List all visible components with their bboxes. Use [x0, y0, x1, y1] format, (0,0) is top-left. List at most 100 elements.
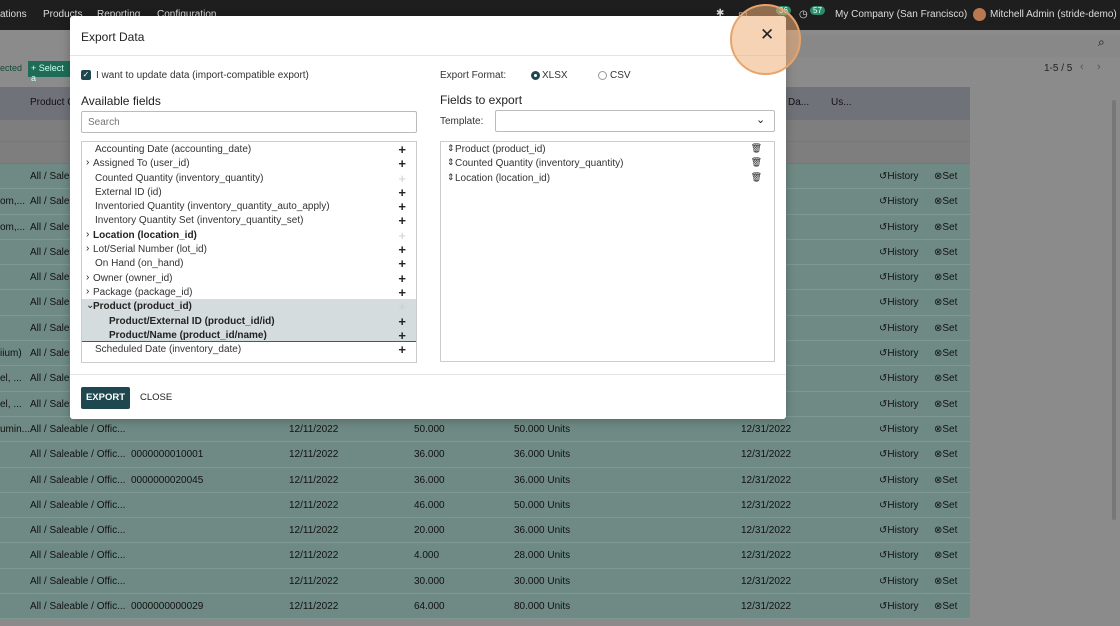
chevron-right-icon[interactable]: ›: [86, 243, 89, 254]
chevron-right-icon[interactable]: ›: [86, 286, 89, 297]
column-header-product-category[interactable]: Product C: [30, 97, 74, 108]
set-button[interactable]: ⊗Set: [934, 373, 957, 384]
set-button[interactable]: ⊗Set: [934, 348, 957, 359]
history-button[interactable]: ↺History: [879, 171, 919, 182]
trash-icon[interactable]: 🗑: [751, 157, 762, 168]
table-row[interactable]: All / Saleable / Offic... 0000000010001 12…: [0, 442, 970, 468]
set-button[interactable]: ⊗Set: [934, 576, 957, 587]
set-button[interactable]: ⊗Set: [934, 424, 957, 435]
select-all-button[interactable]: + Select a: [28, 61, 70, 83]
available-field-item[interactable]: External ID (id) +: [82, 185, 416, 200]
available-field-item[interactable]: Product/External ID (product_id/id) +: [82, 313, 416, 329]
history-button[interactable]: ↺History: [879, 323, 919, 334]
available-field-item[interactable]: Inventory Quantity Set (inventory_quanti…: [82, 213, 416, 228]
add-field-icon[interactable]: +: [398, 271, 406, 286]
drag-handle-icon[interactable]: ⇕: [447, 172, 455, 183]
history-button[interactable]: ↺History: [879, 550, 919, 561]
history-button[interactable]: ↺History: [879, 601, 919, 612]
available-field-item[interactable]: Counted Quantity (inventory_quantity) +: [82, 171, 416, 186]
chevron-down-icon[interactable]: ⌄: [756, 113, 765, 126]
available-field-item[interactable]: Scheduled Date (inventory_date) +: [82, 342, 416, 357]
add-field-icon[interactable]: +: [398, 314, 406, 329]
format-xlsx-label[interactable]: XLSX: [542, 70, 568, 81]
set-button[interactable]: ⊗Set: [934, 525, 957, 536]
set-button[interactable]: ⊗Set: [934, 196, 957, 207]
available-field-item[interactable]: › Assigned To (user_id) +: [82, 156, 416, 171]
add-field-icon[interactable]: +: [398, 299, 406, 314]
user-menu[interactable]: Mitchell Admin (stride-demo): [990, 9, 1117, 20]
format-csv-label[interactable]: CSV: [610, 70, 631, 81]
table-row[interactable]: All / Saleable / Offic... 12/11/2022 4.000…: [0, 543, 970, 569]
set-button[interactable]: ⊗Set: [934, 550, 957, 561]
export-field-item[interactable]: ⇕ Product (product_id) 🗑: [441, 142, 774, 156]
add-field-icon[interactable]: +: [398, 328, 406, 343]
add-field-icon[interactable]: +: [398, 199, 406, 214]
table-row[interactable]: umin... All / Saleable / Offic... 12/11/20…: [0, 416, 970, 443]
chevron-right-icon[interactable]: ›: [86, 229, 89, 240]
pager-value[interactable]: 1-5 / 5: [1044, 63, 1072, 74]
set-button[interactable]: ⊗Set: [934, 601, 957, 612]
set-button[interactable]: ⊗Set: [934, 297, 957, 308]
set-button[interactable]: ⊗Set: [934, 475, 957, 486]
set-button[interactable]: ⊗Set: [934, 500, 957, 511]
add-field-icon[interactable]: +: [398, 242, 406, 257]
export-button[interactable]: EXPORT: [81, 387, 130, 409]
search-bar[interactable]: [786, 35, 1120, 57]
add-field-icon[interactable]: +: [398, 256, 406, 271]
column-header-date[interactable]: Da...: [788, 97, 809, 108]
history-button[interactable]: ↺History: [879, 272, 919, 283]
history-button[interactable]: ↺History: [879, 475, 919, 486]
pager-next-icon[interactable]: ›: [1097, 61, 1101, 73]
export-field-item[interactable]: ⇕ Counted Quantity (inventory_quantity) 🗑: [441, 156, 774, 170]
chevron-right-icon[interactable]: ›: [86, 157, 89, 168]
close-button[interactable]: CLOSE: [140, 392, 172, 403]
table-row[interactable]: All / Saleable / Offic... 12/11/2022 46.00…: [0, 492, 970, 519]
history-button[interactable]: ↺History: [879, 449, 919, 460]
history-button[interactable]: ↺History: [879, 247, 919, 258]
export-field-item[interactable]: ⇕ Location (location_id) 🗑: [441, 171, 774, 185]
history-button[interactable]: ↺History: [879, 222, 919, 233]
trash-icon[interactable]: 🗑: [751, 172, 762, 183]
import-compatible-label[interactable]: I want to update data (import-compatible…: [96, 70, 309, 81]
add-field-icon[interactable]: +: [398, 213, 406, 228]
trash-icon[interactable]: 🗑: [751, 143, 762, 154]
drag-handle-icon[interactable]: ⇕: [447, 143, 455, 154]
history-button[interactable]: ↺History: [879, 399, 919, 410]
chevron-right-icon[interactable]: ›: [86, 272, 89, 283]
set-button[interactable]: ⊗Set: [934, 171, 957, 182]
available-field-item[interactable]: › Owner (owner_id) +: [82, 271, 416, 286]
available-field-item[interactable]: On Hand (on_hand) +: [82, 256, 416, 271]
add-field-icon[interactable]: +: [398, 171, 406, 186]
add-field-icon[interactable]: +: [398, 142, 406, 157]
available-field-item[interactable]: › Package (package_id) +: [82, 285, 416, 300]
history-button[interactable]: ↺History: [879, 576, 919, 587]
clock-icon[interactable]: ◷: [799, 9, 808, 20]
add-field-icon[interactable]: +: [398, 185, 406, 200]
available-field-item[interactable]: › Lot/Serial Number (lot_id) +: [82, 242, 416, 257]
set-button[interactable]: ⊗Set: [934, 222, 957, 233]
add-field-icon[interactable]: +: [398, 342, 406, 357]
format-csv-radio[interactable]: [598, 71, 607, 80]
close-icon[interactable]: ✕: [760, 26, 774, 43]
history-button[interactable]: ↺History: [879, 500, 919, 511]
available-field-item[interactable]: Product/Name (product_id/name) +: [82, 327, 416, 343]
template-select[interactable]: [495, 110, 775, 132]
scrollbar[interactable]: [1112, 100, 1116, 520]
set-button[interactable]: ⊗Set: [934, 399, 957, 410]
set-button[interactable]: ⊗Set: [934, 323, 957, 334]
history-button[interactable]: ↺History: [879, 525, 919, 536]
drag-handle-icon[interactable]: ⇕: [447, 157, 455, 168]
history-button[interactable]: ↺History: [879, 297, 919, 308]
set-button[interactable]: ⊗Set: [934, 449, 957, 460]
company-switcher[interactable]: My Company (San Francisco): [835, 9, 967, 20]
table-row[interactable]: All / Saleable / Offic... 12/11/2022 20.00…: [0, 518, 970, 544]
format-xlsx-radio[interactable]: [531, 71, 540, 80]
history-button[interactable]: ↺History: [879, 373, 919, 384]
avatar[interactable]: [973, 8, 986, 21]
available-field-item[interactable]: Accounting Date (accounting_date) +: [82, 142, 416, 157]
nav-item-operations[interactable]: ations: [0, 9, 27, 20]
history-button[interactable]: ↺History: [879, 348, 919, 359]
set-button[interactable]: ⊗Set: [934, 272, 957, 283]
available-field-item[interactable]: › Location (location_id) +: [82, 228, 416, 243]
available-field-item[interactable]: ⌄ Product (product_id) +: [82, 299, 416, 314]
